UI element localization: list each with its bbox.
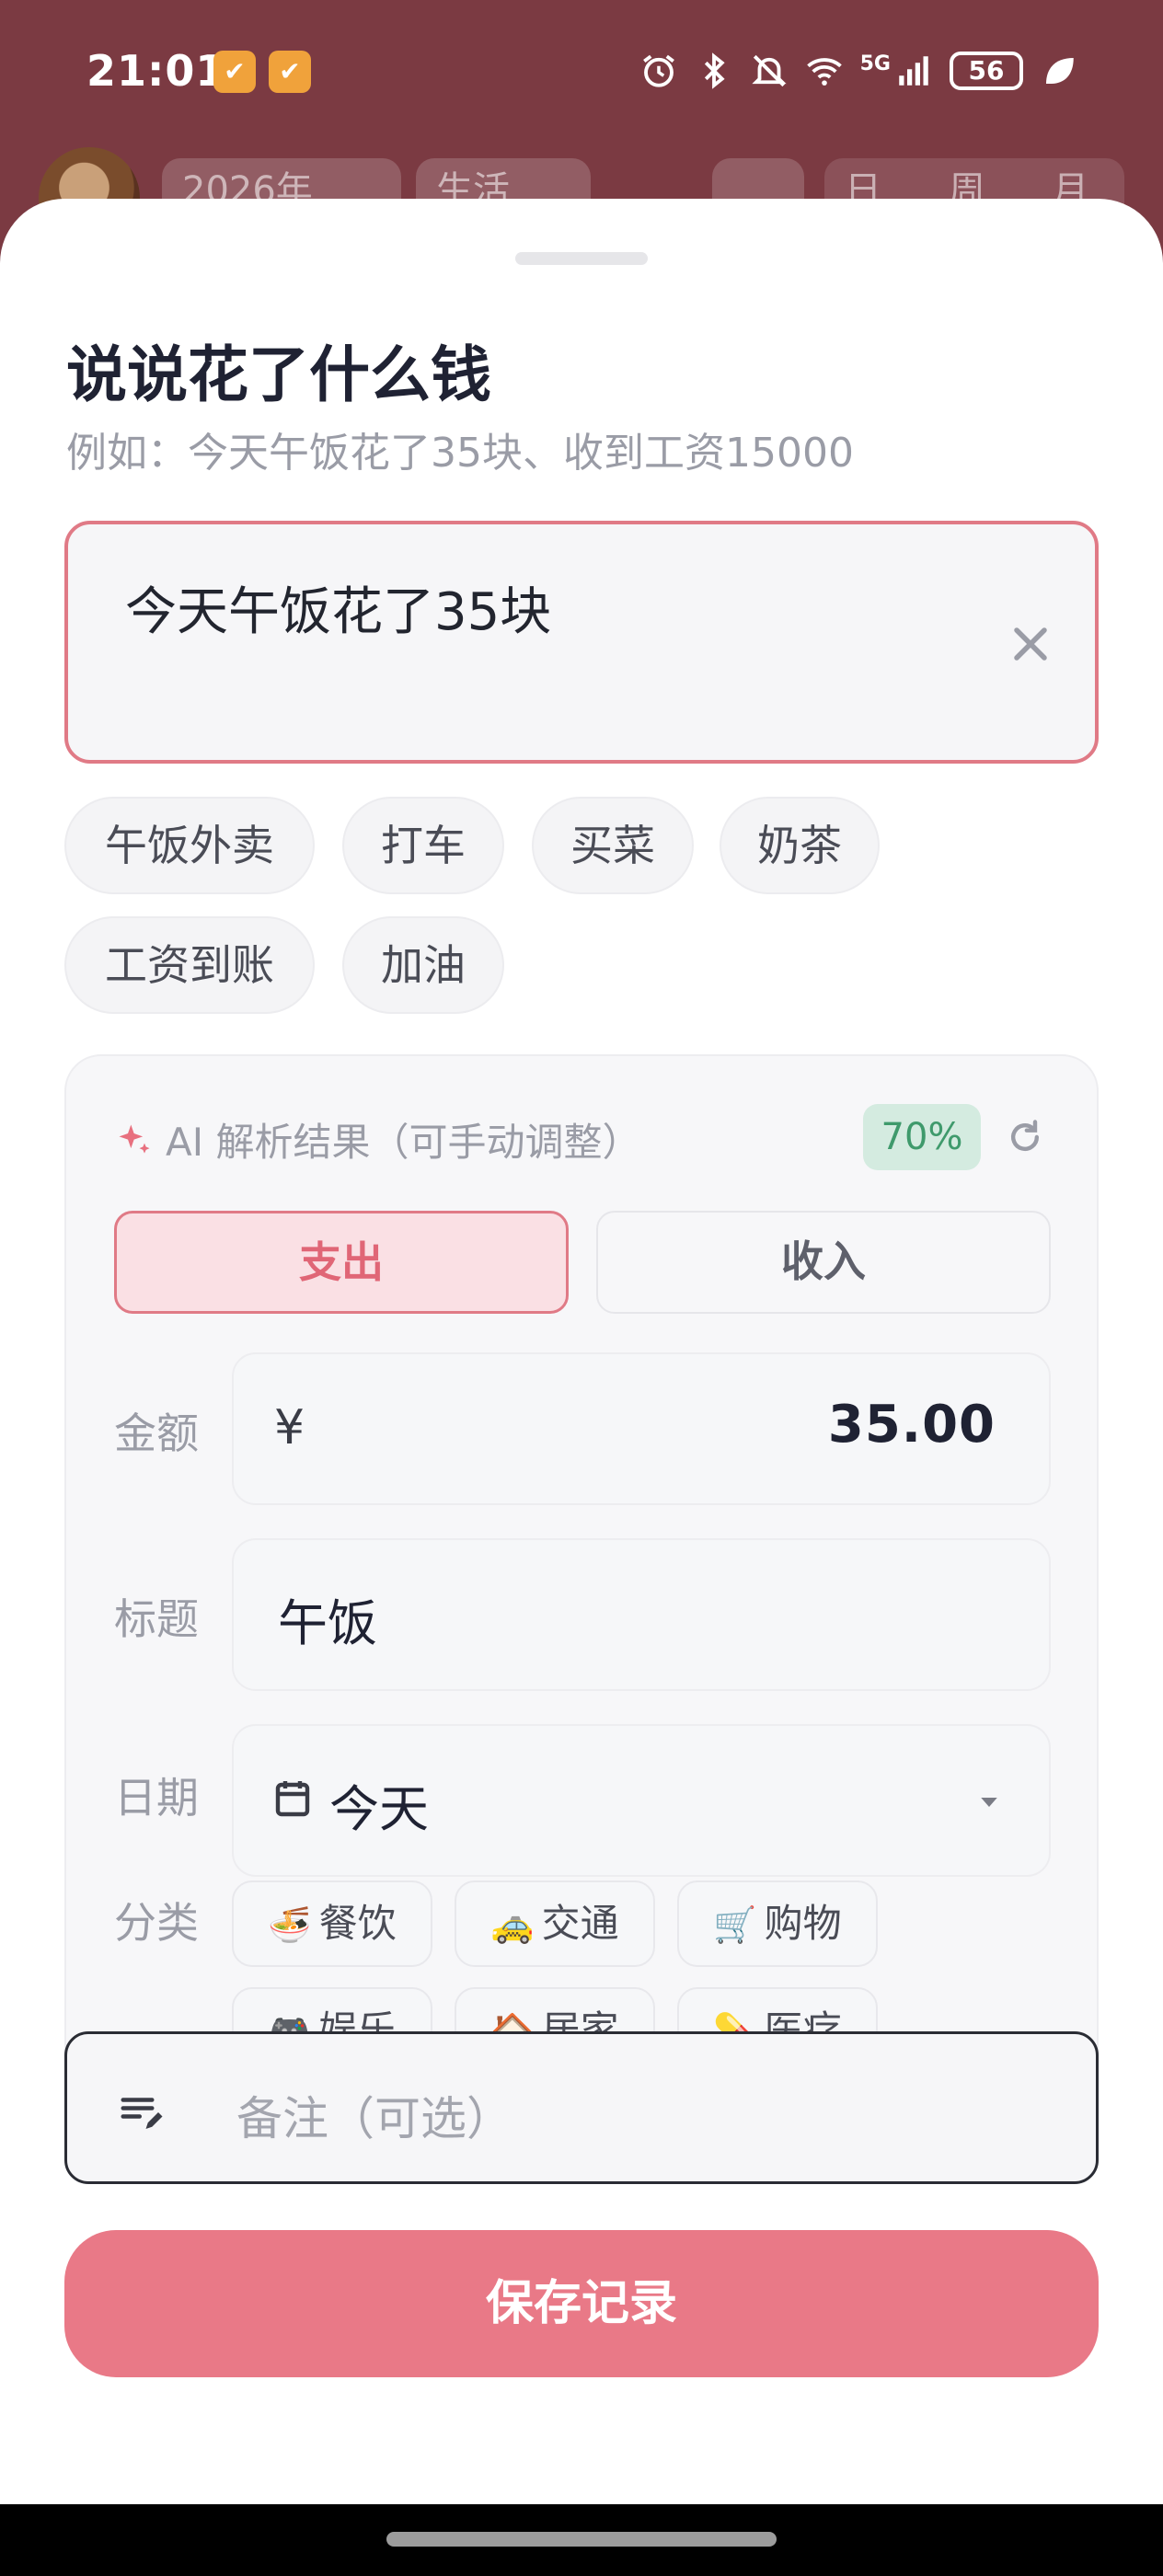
cart-icon: 🛒	[713, 1904, 757, 1945]
status-time: 21:01	[86, 46, 226, 96]
chip-milk-tea[interactable]: 奶茶	[720, 797, 880, 894]
sparkle-icon	[119, 1124, 150, 1154]
chip-groceries[interactable]: 买菜	[532, 797, 694, 894]
title-value[interactable]: 午饭	[278, 1582, 377, 1655]
leaf-icon	[1046, 58, 1074, 84]
category-label: 分类	[114, 1898, 199, 1948]
bluetooth-icon	[704, 52, 725, 89]
category-dining[interactable]: 🍜 餐饮	[232, 1880, 432, 1967]
chip-fuel[interactable]: 加油	[342, 916, 504, 1014]
app-notification-icon: ✔	[213, 51, 256, 93]
mute-icon	[751, 54, 787, 87]
taxi-icon: 🚕	[490, 1904, 535, 1945]
wifi-icon	[806, 58, 842, 86]
save-button[interactable]: 保存记录	[64, 2230, 1099, 2377]
system-nav-bar	[0, 2504, 1163, 2576]
date-label: 日期	[114, 1773, 199, 1823]
signal-icon	[899, 56, 928, 86]
edit-note-icon	[121, 2098, 163, 2129]
input-text[interactable]: 今天午饭花了35块	[125, 570, 551, 645]
calendar-icon	[275, 1781, 310, 1817]
date-field[interactable]: 今天	[232, 1724, 1051, 1877]
noodle-icon: 🍜	[268, 1904, 312, 1945]
title-field[interactable]: 午饭	[232, 1538, 1051, 1691]
battery-indicator: 56	[950, 52, 1023, 90]
category-label-text: 餐饮	[318, 1901, 397, 1946]
date-value[interactable]: 今天	[329, 1768, 429, 1841]
home-indicator[interactable]	[386, 2532, 777, 2547]
alarm-icon	[642, 54, 674, 87]
confidence-badge: 70%	[863, 1104, 981, 1170]
close-icon[interactable]	[1003, 616, 1058, 672]
amount-field[interactable]: ¥ 35.00	[232, 1352, 1051, 1505]
chip-taxi[interactable]: 打车	[342, 797, 504, 894]
sheet-hint: 例如：今天午饭花了35块、收到工资15000	[66, 430, 854, 477]
sheet-title: 说说花了什么钱	[66, 339, 491, 410]
ai-result-title: AI 解析结果（可手动调整）	[166, 1120, 641, 1165]
natural-language-input[interactable]: 今天午饭花了35块	[64, 521, 1099, 764]
amount-label: 金额	[114, 1409, 199, 1458]
type-expense-button[interactable]: 支出	[114, 1211, 569, 1314]
drag-handle[interactable]	[515, 252, 648, 265]
type-income-button[interactable]: 收入	[596, 1211, 1051, 1314]
category-label-text: 购物	[764, 1901, 842, 1946]
chevron-down-icon[interactable]	[975, 1788, 1003, 1816]
category-transport[interactable]: 🚕 交通	[455, 1880, 655, 1967]
category-shopping[interactable]: 🛒 购物	[677, 1880, 878, 1967]
ai-result-card: AI 解析结果（可手动调整） 70% 支出 收入 金额 ¥ 35.00 标题 午…	[64, 1054, 1099, 2182]
category-label-text: 交通	[541, 1901, 619, 1946]
title-label: 标题	[114, 1594, 199, 1644]
note-placeholder: 备注（可选）	[236, 2092, 512, 2145]
chip-salary[interactable]: 工资到账	[64, 916, 315, 1014]
refresh-icon[interactable]	[1005, 1117, 1045, 1157]
app-notification-icon: ✔	[269, 51, 311, 93]
network-type: 5G	[859, 52, 891, 75]
currency-symbol: ¥	[274, 1400, 305, 1455]
amount-value[interactable]: 35.00	[828, 1395, 996, 1455]
note-field[interactable]: 备注（可选）	[64, 2031, 1099, 2184]
chip-lunch-delivery[interactable]: 午饭外卖	[64, 797, 315, 894]
status-bar: 21:01 ✔ ✔ 5G 56	[0, 0, 1163, 147]
ai-result-header: AI 解析结果（可手动调整）	[114, 1111, 640, 1167]
